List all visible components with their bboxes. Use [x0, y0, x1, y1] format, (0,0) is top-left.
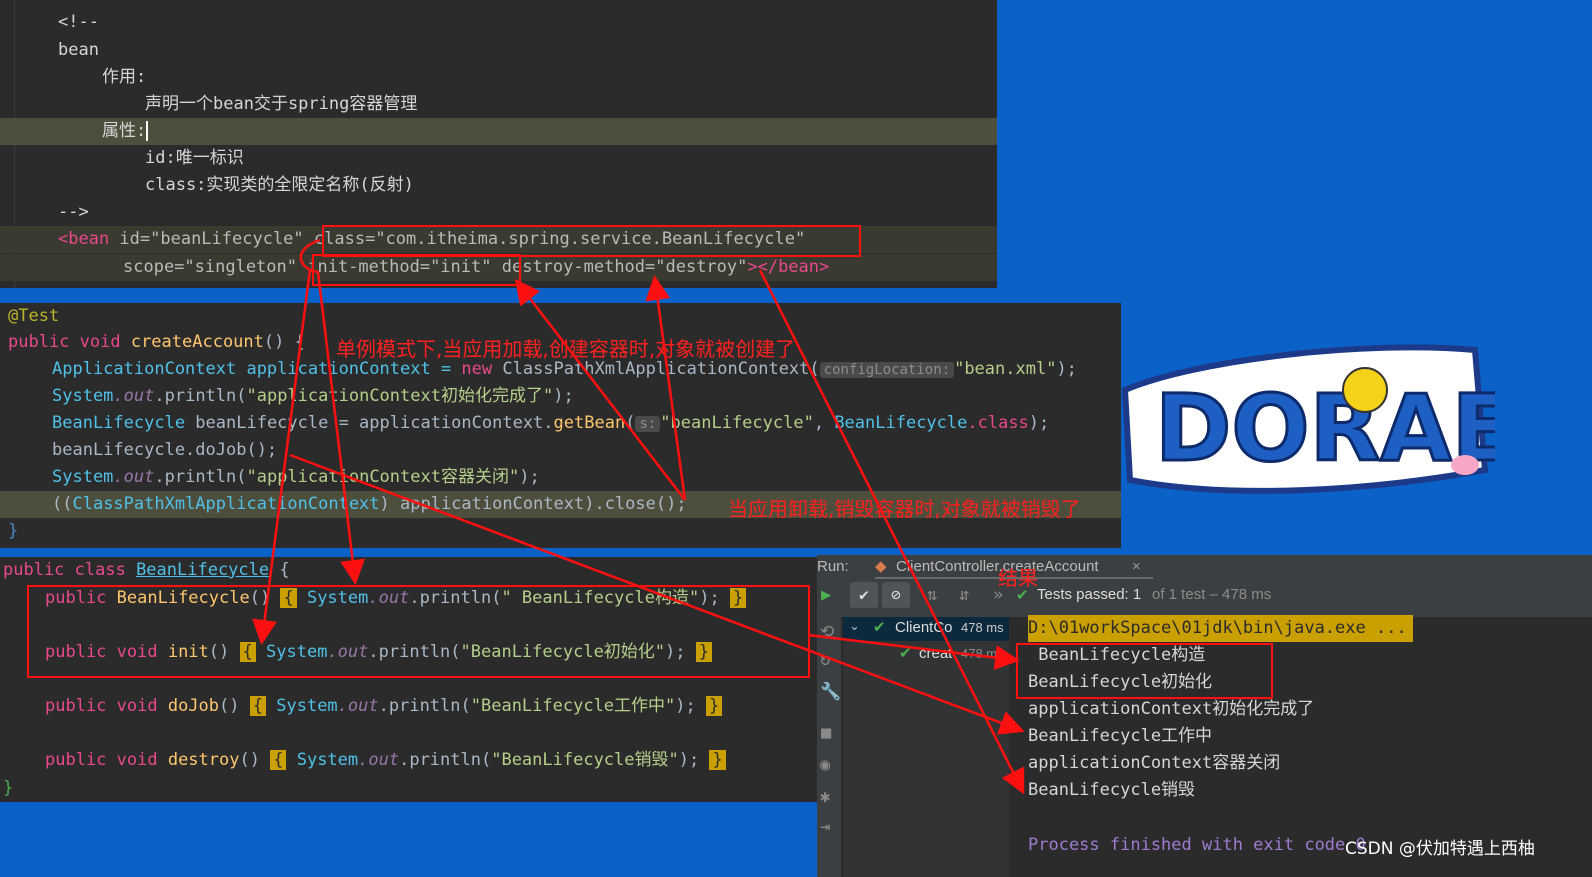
arrow-destroy-to-output	[758, 269, 1025, 795]
arrow-init-to-init	[252, 269, 312, 645]
arrow-class-to-output	[807, 633, 1020, 671]
arrow-dojob-to-output	[289, 453, 1025, 735]
arrow-class-to-constructor	[299, 238, 366, 585]
watermark: CSDN @伏加特遇上西柚	[1345, 839, 1535, 859]
annotation-arrows	[252, 238, 1025, 795]
